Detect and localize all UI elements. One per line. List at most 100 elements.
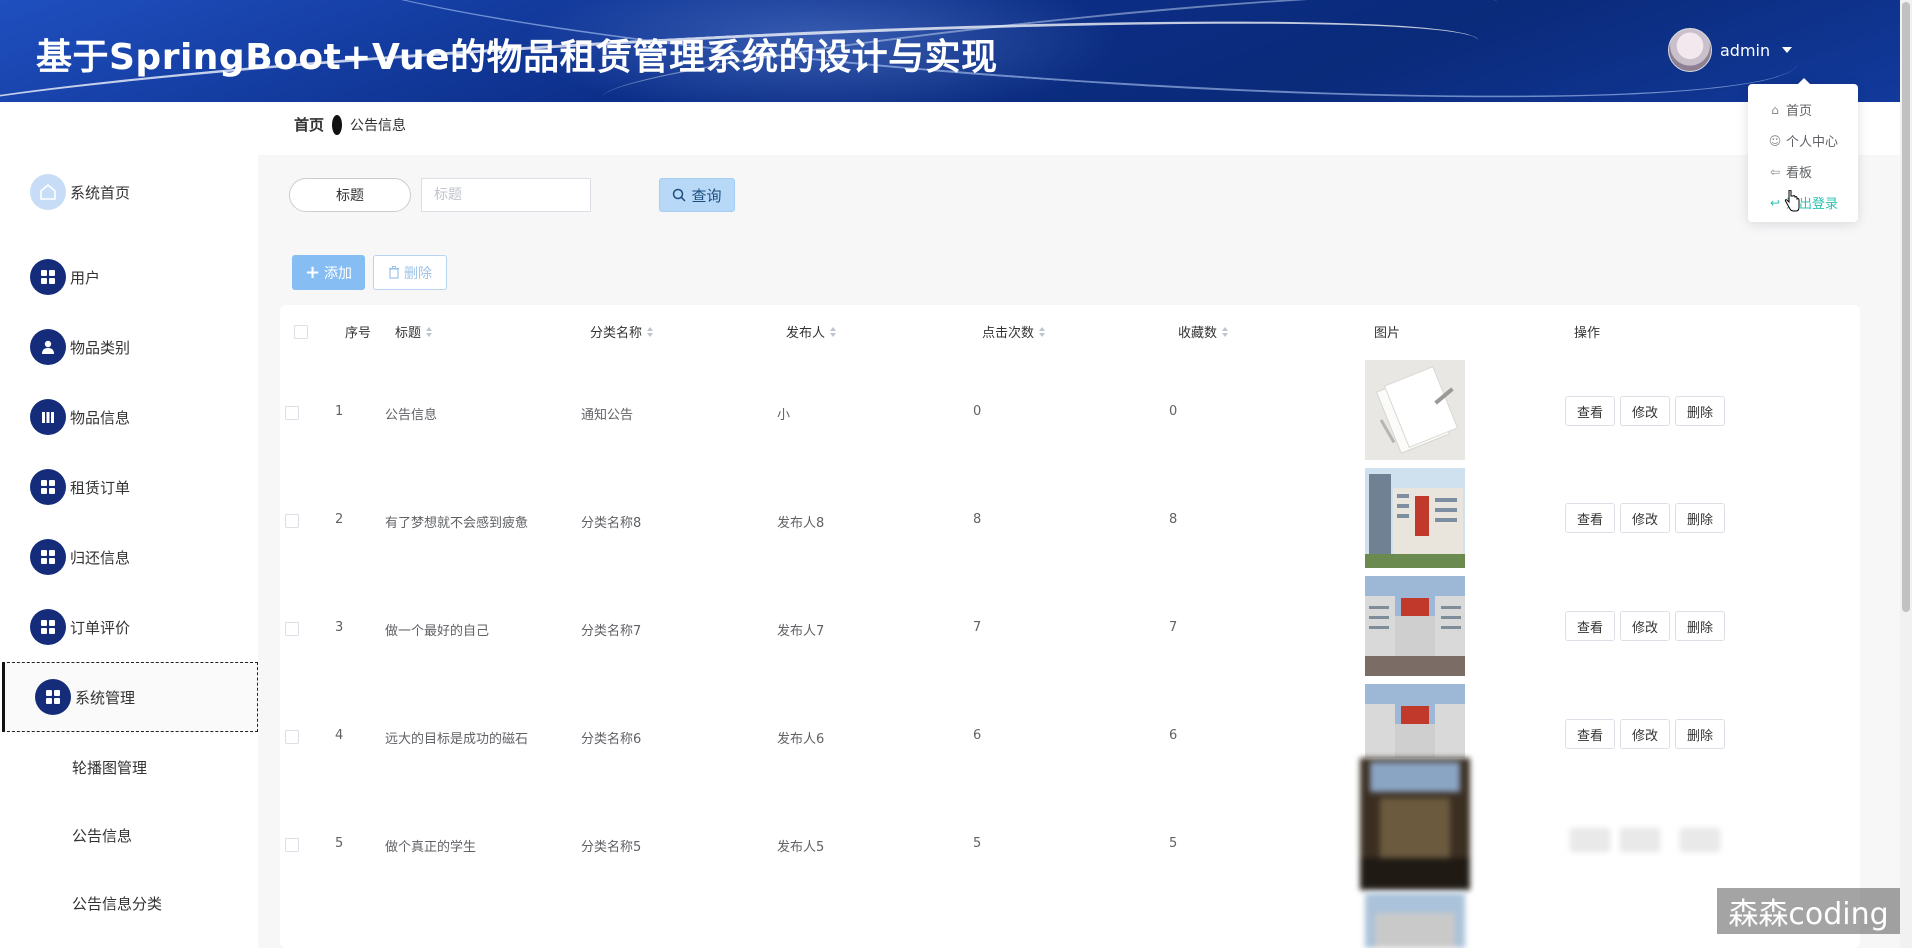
cell-clicks: 8 [973,512,982,527]
column-header-label: 标题 [395,326,422,341]
column-header-label: 序号 [345,326,372,341]
column-header-clicks[interactable]: 点击次数 [982,322,1046,341]
home-icon [30,174,66,210]
cell-clicks: 7 [973,620,982,635]
cell-category: 分类名称8 [581,516,642,531]
campus-thumbnail[interactable] [1365,684,1465,758]
edit-button[interactable]: 修改 [1620,719,1670,749]
search-field-label: 标题 [289,178,411,212]
notebook-thumbnail[interactable] [1365,360,1465,460]
dropdown-item-label: 首页 [1786,104,1813,119]
delete-button[interactable]: 删除 [1675,719,1725,749]
column-header-favorites[interactable]: 收藏数 [1178,322,1229,341]
row-checkbox[interactable] [285,406,299,420]
row-checkbox[interactable] [285,730,299,744]
delete-button[interactable] [1680,828,1720,852]
sidebar-item-system-management[interactable]: 系统管理 [2,662,258,732]
avatar[interactable] [1668,28,1712,72]
dropdown-item-label: 个人中心 [1786,135,1839,150]
search-icon [673,188,687,202]
column-header-publisher[interactable]: 发布人 [786,322,837,341]
building-thumbnail[interactable] [1365,468,1465,568]
select-all-checkbox[interactable] [294,325,308,339]
edit-button[interactable] [1620,828,1660,852]
watermark: 森森coding [1717,888,1900,934]
row-checkbox[interactable] [285,838,299,852]
cell-favorites: 5 [1169,836,1178,851]
sidebar-item-label: 归还信息 [70,548,131,567]
column-header-category[interactable]: 分类名称 [590,322,654,341]
view-button[interactable] [1570,828,1610,852]
query-button[interactable]: 查询 [659,178,735,212]
cell-title: 做个真正的学生 [385,840,477,855]
row-checkbox[interactable] [285,622,299,636]
sidebar-item-rental-orders[interactable]: 租赁订单 [0,452,258,522]
sidebar-item-label: 系统首页 [70,183,131,202]
user-menu-trigger[interactable]: admin [1668,28,1793,72]
column-header-title[interactable]: 标题 [395,322,433,341]
sort-icon[interactable] [647,326,654,337]
grid-icon [30,469,66,505]
edit-button[interactable]: 修改 [1620,396,1670,426]
query-button-label: 查询 [691,186,722,205]
delete-button[interactable]: 删除 [1675,503,1725,533]
cell-publisher: 发布人8 [777,516,825,531]
grid-icon [35,679,71,715]
sidebar-item-home[interactable]: 系统首页 [0,157,258,227]
sidebar-item-item-info[interactable]: 物品信息 [0,382,258,452]
column-header-image: 图片 [1374,322,1400,341]
plus-icon: + [304,261,321,283]
username[interactable]: admin [1720,41,1770,60]
sidebar-subitem-announcements[interactable]: 公告信息 [72,825,132,846]
caret-down-icon[interactable] [1782,47,1793,53]
scrollbar-thumb[interactable] [1902,2,1910,612]
column-header-label: 操作 [1574,326,1601,341]
breadcrumb-home[interactable]: 首页 [294,114,324,135]
sidebar-item-item-category[interactable]: 物品类别 [0,312,258,382]
user-icon [30,329,66,365]
cell-clicks: 0 [973,404,982,419]
vertical-scrollbar[interactable] [1900,0,1912,948]
cell-clicks: 6 [973,728,982,743]
cell-favorites: 6 [1169,728,1178,743]
blurred-thumbnail[interactable] [1360,758,1470,890]
sidebar-item-returns[interactable]: 归还信息 [0,522,258,592]
edit-button[interactable]: 修改 [1620,611,1670,641]
view-button[interactable]: 查看 [1565,611,1615,641]
sidebar-item-label: 物品类别 [70,338,131,357]
search-input[interactable] [421,178,591,212]
sort-icon[interactable] [830,326,837,337]
delete-button[interactable]: 删除 [1675,396,1725,426]
view-button[interactable]: 查看 [1565,503,1615,533]
dropdown-item-home[interactable]: ⌂ 首页 [1748,94,1858,125]
add-button[interactable]: + 添加 [292,255,365,290]
edit-button[interactable]: 修改 [1620,503,1670,533]
view-button[interactable]: 查看 [1565,719,1615,749]
cell-favorites: 7 [1169,620,1178,635]
dropdown-item-logout[interactable]: ↩ 退出登录 [1748,187,1858,218]
page-title: 基于SpringBoot+Vue的物品租赁管理系统的设计与实现 [36,37,998,78]
dropdown-item-profile[interactable]: ☺ 个人中心 [1748,125,1858,156]
cell-title: 公告信息 [385,408,438,423]
cell-index: 5 [335,836,344,851]
cell-clicks: 5 [973,836,982,851]
delete-button[interactable]: 删除 [1675,611,1725,641]
sidebar-item-label: 订单评价 [70,618,131,637]
top-header: 基于SpringBoot+Vue的物品租赁管理系统的设计与实现 admin [0,0,1900,102]
cell-category: 通知公告 [581,408,634,423]
sidebar-item-reviews[interactable]: 订单评价 [0,592,258,662]
campus-thumbnail[interactable] [1365,576,1465,676]
cell-category: 分类名称7 [581,624,642,639]
cell-publisher: 发布人5 [777,840,825,855]
sort-icon[interactable] [1222,326,1229,337]
sort-icon[interactable] [426,326,433,337]
dropdown-item-dashboard[interactable]: ⇦ 看板 [1748,156,1858,187]
sidebar-subitem-carousel[interactable]: 轮播图管理 [72,757,147,778]
sidebar-subitem-announcement-category[interactable]: 公告信息分类 [72,893,162,914]
view-button[interactable]: 查看 [1565,396,1615,426]
sort-icon[interactable] [1039,326,1046,337]
row-checkbox[interactable] [285,514,299,528]
sidebar-item-users[interactable]: 用户 [0,242,258,312]
breadcrumb-separator-icon [332,114,343,135]
batch-delete-button[interactable]: 删除 [373,255,447,290]
